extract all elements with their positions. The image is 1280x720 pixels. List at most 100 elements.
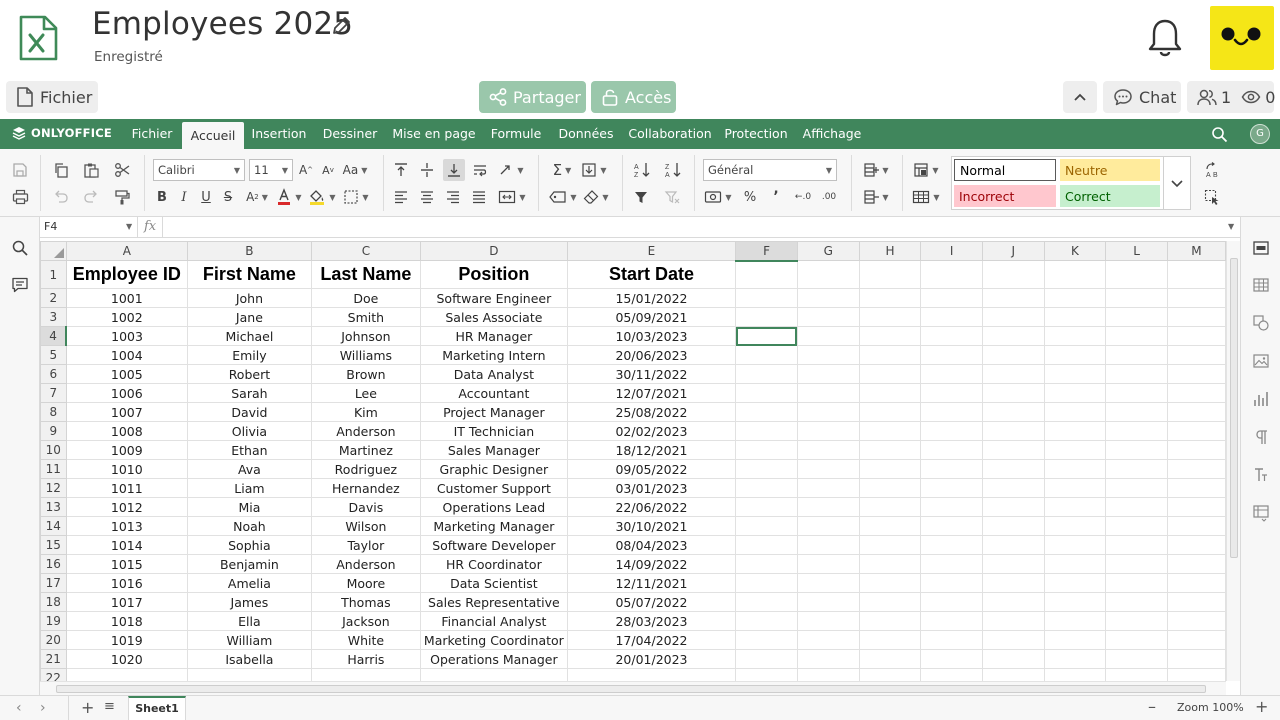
grid-cell[interactable]	[981, 516, 1045, 536]
grid-cell[interactable]	[858, 592, 922, 612]
row-header[interactable]: 12	[40, 478, 67, 498]
grid-cell[interactable]	[858, 649, 922, 669]
grid-cell[interactable]	[1105, 345, 1168, 365]
grid-cell[interactable]	[1043, 535, 1107, 555]
grid-cell[interactable]: Isabella	[187, 649, 312, 669]
grid-cell[interactable]: 18/12/2021	[566, 440, 737, 460]
tab-view[interactable]: Affichage	[800, 119, 864, 149]
grid-cell[interactable]	[1105, 260, 1168, 289]
grid-cell[interactable]	[1105, 516, 1168, 536]
column-header-k[interactable]: K	[1043, 241, 1107, 261]
grid-cell[interactable]	[796, 630, 860, 650]
grid-cell[interactable]: 1019	[65, 630, 189, 650]
format-painter-icon[interactable]	[113, 188, 131, 206]
grid-cell[interactable]: Doe	[310, 288, 422, 308]
grid-cell[interactable]	[858, 402, 922, 422]
grid-cell[interactable]: 03/01/2023	[566, 478, 737, 498]
grid-cell[interactable]	[735, 497, 798, 517]
grid-cell[interactable]	[566, 668, 737, 681]
align-right-icon[interactable]	[444, 188, 462, 206]
insert-function-icon[interactable]: fx	[144, 217, 156, 237]
column-header-b[interactable]: B	[187, 241, 312, 261]
grid-cell[interactable]	[981, 630, 1045, 650]
grid-cell[interactable]: Software Engineer	[420, 288, 568, 308]
grid-cell[interactable]: Sarah	[187, 383, 312, 403]
grid-cell[interactable]	[796, 421, 860, 441]
column-title-cell[interactable]: Last Name	[310, 260, 422, 289]
grid-cell[interactable]: 1011	[65, 478, 189, 498]
grid-cell[interactable]	[735, 573, 798, 593]
collaborators-button[interactable]: 1 0	[1187, 81, 1275, 113]
grid-cell[interactable]	[796, 288, 860, 308]
font-color-icon[interactable]: ▼	[275, 188, 303, 206]
row-header[interactable]: 6	[40, 364, 67, 384]
align-middle-icon[interactable]	[418, 161, 436, 179]
grid-cell[interactable]: 1012	[65, 497, 189, 517]
row-header[interactable]: 19	[40, 611, 67, 631]
delete-cells-icon[interactable]: ▼	[861, 188, 891, 206]
grid-cell[interactable]: 10/03/2023	[566, 326, 737, 346]
cut-icon[interactable]	[113, 161, 131, 179]
increase-font-icon[interactable]: A ^	[297, 161, 315, 179]
grid-cell[interactable]	[1043, 402, 1107, 422]
grid-cell[interactable]	[981, 592, 1045, 612]
grid-cell[interactable]	[735, 478, 798, 498]
grid-cell[interactable]	[981, 649, 1045, 669]
font-size-select[interactable]: 11 ▼	[249, 159, 293, 181]
comments-icon[interactable]	[11, 276, 29, 294]
increase-decimal-icon[interactable]: .00	[819, 188, 839, 206]
grid-cell[interactable]	[858, 516, 922, 536]
grid-cell[interactable]	[1105, 459, 1168, 479]
grid-cell[interactable]	[920, 421, 983, 441]
grid-cell[interactable]	[1166, 478, 1226, 498]
next-sheet-chevron-icon[interactable]: ›	[40, 700, 46, 716]
grid-cell[interactable]	[1043, 649, 1107, 669]
grid-cell[interactable]: Amelia	[187, 573, 312, 593]
cell-settings-icon[interactable]	[1252, 239, 1270, 257]
grid-cell[interactable]: Jackson	[310, 611, 422, 631]
table-settings-icon[interactable]	[1252, 276, 1270, 294]
grid-cell[interactable]	[1043, 478, 1107, 498]
grid-cell[interactable]	[858, 326, 922, 346]
grid-cell[interactable]	[981, 421, 1045, 441]
grid-cell[interactable]: Davis	[310, 497, 422, 517]
grid-cell[interactable]: John	[187, 288, 312, 308]
grid-cell[interactable]	[858, 421, 922, 441]
grid-cell[interactable]: 1013	[65, 516, 189, 536]
grid-cell[interactable]	[1043, 516, 1107, 536]
grid-cell[interactable]: 14/09/2022	[566, 554, 737, 574]
grid-cell[interactable]	[1043, 345, 1107, 365]
sort-ascending-icon[interactable]: AZ	[632, 160, 652, 180]
grid-cell[interactable]: Robert	[187, 364, 312, 384]
column-header-j[interactable]: J	[981, 241, 1045, 261]
grid-cell[interactable]: HR Coordinator	[420, 554, 568, 574]
grid-cell[interactable]	[1166, 345, 1226, 365]
grid-cell[interactable]	[858, 364, 922, 384]
grid-cell[interactable]	[1105, 421, 1168, 441]
grid-cell[interactable]: Harris	[310, 649, 422, 669]
decrease-font-icon[interactable]: Av	[319, 161, 337, 179]
grid-cell[interactable]	[981, 440, 1045, 460]
grid-cell[interactable]	[1105, 535, 1168, 555]
grid-cell[interactable]	[920, 649, 983, 669]
zoom-in-plus-icon[interactable]: +	[1255, 697, 1268, 716]
clear-filter-icon[interactable]	[663, 188, 681, 206]
grid-cell[interactable]	[1043, 364, 1107, 384]
share-button[interactable]: Partager	[479, 81, 586, 113]
grid-cell[interactable]: 1009	[65, 440, 189, 460]
grid-cell[interactable]	[735, 402, 798, 422]
row-header[interactable]: 20	[40, 630, 67, 650]
grid-cell[interactable]: 1016	[65, 573, 189, 593]
grid-cell[interactable]	[1105, 478, 1168, 498]
grid-cell[interactable]: 15/01/2022	[566, 288, 737, 308]
style-correct[interactable]: Correct	[1060, 185, 1160, 207]
grid-cell[interactable]: 12/11/2021	[566, 573, 737, 593]
grid-cell[interactable]: 02/02/2023	[566, 421, 737, 441]
grid-cell[interactable]	[796, 440, 860, 460]
grid-cell[interactable]: Ethan	[187, 440, 312, 460]
grid-cell[interactable]	[1105, 383, 1168, 403]
decrease-decimal-icon[interactable]: ←.0	[793, 188, 813, 206]
grid-cell[interactable]: Accountant	[420, 383, 568, 403]
grid-cell[interactable]: Operations Lead	[420, 497, 568, 517]
grid-cell[interactable]: Marketing Manager	[420, 516, 568, 536]
